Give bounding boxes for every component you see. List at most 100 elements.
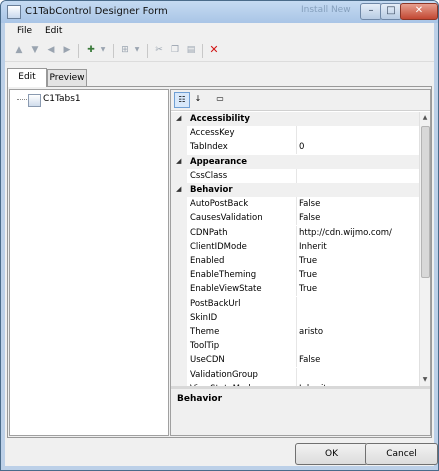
tab-control-icon — [28, 94, 41, 107]
tree-item-c1tabs1[interactable]: C1Tabs1 — [43, 94, 81, 104]
property-name: ToolTip — [190, 341, 220, 352]
tab-edit[interactable]: Edit — [7, 68, 47, 87]
tab-preview-label: Preview — [49, 73, 85, 83]
insert-item-icon[interactable]: ⊞ — [119, 44, 131, 56]
property-row[interactable]: ToolTip — [171, 339, 419, 354]
scroll-up-icon[interactable]: ▲ — [421, 113, 429, 123]
categorized-icon[interactable]: ☷ — [174, 92, 190, 108]
property-row[interactable]: ValidationGroup — [171, 367, 419, 382]
category-label: Appearance — [190, 156, 248, 167]
property-name: SkinID — [190, 312, 218, 323]
property-row[interactable]: Enabled True — [171, 254, 419, 268]
property-name: EnableTheming — [190, 270, 257, 281]
property-row[interactable]: AccessKey — [171, 126, 419, 141]
move-down-icon[interactable]: ▼ — [29, 44, 41, 56]
description-title: Behavior — [177, 394, 223, 404]
tab-content: C1Tabs1 ☷ ↓ ▭ ◢ Accessibility AccessKey Tab… — [7, 86, 432, 438]
paste-icon[interactable]: ▤ — [185, 44, 197, 56]
tab-preview[interactable]: Preview — [47, 69, 87, 86]
property-value[interactable]: False — [299, 213, 320, 223]
property-name: AccessKey — [190, 128, 235, 139]
window-title: C1TabControl Designer Form — [25, 6, 168, 17]
move-right-icon[interactable]: ▶ — [61, 44, 73, 56]
scroll-thumb[interactable] — [421, 126, 430, 278]
property-list: ◢ Accessibility AccessKey TabIndex 0 ◢ Appeara… — [171, 112, 419, 386]
property-name: ValidationGroup — [190, 369, 258, 380]
category-label: Accessibility — [190, 114, 250, 124]
property-category[interactable]: ◢ Appearance — [171, 154, 419, 169]
vertical-scrollbar[interactable]: ▲ ▼ — [419, 112, 430, 386]
add-item-icon[interactable]: ✚ — [85, 44, 97, 56]
minimize-button[interactable]: – — [360, 3, 382, 20]
property-category[interactable]: ◢ Accessibility — [171, 112, 419, 126]
property-row[interactable]: Theme aristo — [171, 325, 419, 339]
property-name: CssClass — [190, 170, 228, 181]
property-name: EnableViewState — [190, 284, 262, 295]
property-name: AutoPostBack — [190, 199, 249, 210]
property-value[interactable]: Inherit — [299, 242, 327, 252]
property-pages-icon[interactable]: ▭ — [213, 92, 227, 106]
property-row[interactable]: SkinID — [171, 310, 419, 325]
property-name: UseCDN — [190, 355, 225, 366]
scroll-down-icon[interactable]: ▼ — [421, 375, 429, 385]
cancel-button[interactable]: Cancel — [365, 443, 438, 465]
property-row[interactable]: ClientIDMode Inherit — [171, 239, 419, 254]
property-name: PostBackUrl — [190, 298, 241, 309]
chevron-down-icon[interactable]: ▼ — [97, 44, 109, 56]
background-window-text: Install New — [301, 5, 351, 15]
collapse-triangle-icon[interactable]: ◢ — [176, 114, 181, 122]
cut-icon[interactable]: ✂ — [153, 44, 165, 56]
move-up-icon[interactable]: ▲ — [13, 44, 25, 56]
menu-file[interactable]: File — [17, 26, 32, 36]
property-value[interactable]: True — [299, 284, 317, 294]
copy-icon[interactable]: ❐ — [169, 44, 181, 56]
property-row[interactable]: PostBackUrl — [171, 296, 419, 311]
alphabetical-icon[interactable]: ↓ — [191, 92, 205, 106]
property-row[interactable]: AutoPostBack False — [171, 197, 419, 212]
property-name: Enabled — [190, 256, 225, 266]
collapse-triangle-icon[interactable]: ◢ — [176, 185, 181, 193]
property-name: CausesValidation — [190, 213, 263, 224]
close-button[interactable]: ✕ — [400, 3, 438, 20]
title-bar[interactable]: C1TabControl Designer Form Install New –… — [1, 1, 438, 23]
property-name: TabIndex — [190, 142, 228, 153]
property-value[interactable]: aristo — [299, 327, 323, 337]
property-row[interactable]: EnableViewState True — [171, 282, 419, 297]
property-name: Theme — [190, 327, 220, 337]
property-value[interactable]: False — [299, 199, 320, 209]
collapse-triangle-icon[interactable]: ◢ — [176, 157, 181, 165]
property-row[interactable]: UseCDN False — [171, 353, 419, 368]
category-label: Behavior — [190, 185, 233, 195]
client-area: File Edit ▲ ▼ ◀ ▶ ✚ ▼ ⊞ ▼ ✂ ❐ ▤ ✕ Edit P… — [5, 23, 438, 466]
property-grid: ☷ ↓ ▭ ◢ Accessibility AccessKey TabIndex 0 ◢ A… — [170, 89, 431, 436]
property-value[interactable]: 0 — [299, 142, 304, 152]
chevron-down-icon[interactable]: ▼ — [131, 44, 143, 56]
property-row[interactable]: CausesValidation False — [171, 211, 419, 226]
property-value[interactable]: True — [299, 270, 317, 280]
dialog-window: C1TabControl Designer Form Install New –… — [0, 0, 439, 471]
app-icon — [7, 5, 21, 19]
delete-icon[interactable]: ✕ — [208, 44, 220, 56]
property-name: ClientIDMode — [190, 241, 247, 252]
property-toolbar: ☷ ↓ ▭ — [171, 90, 430, 111]
tab-strip: Edit Preview — [5, 68, 434, 87]
property-category[interactable]: ◢ Behavior — [171, 183, 419, 197]
property-name: CDNPath — [190, 227, 228, 238]
property-row[interactable]: TabIndex 0 — [171, 140, 419, 155]
menu-bar: File Edit — [5, 23, 434, 41]
tab-edit-label: Edit — [18, 72, 36, 82]
description-pane: Behavior — [171, 389, 430, 435]
toolbar: ▲ ▼ ◀ ▶ ✚ ▼ ⊞ ▼ ✂ ❐ ▤ ✕ — [5, 41, 434, 62]
tree-connector — [17, 99, 27, 100]
tree-view[interactable]: C1Tabs1 — [9, 89, 169, 436]
property-row[interactable]: CssClass — [171, 168, 419, 183]
maximize-button[interactable]: □ — [380, 3, 402, 20]
ok-button[interactable]: OK — [295, 443, 368, 465]
property-row[interactable]: CDNPath http://cdn.wijmo.com/ — [171, 225, 419, 240]
property-value[interactable]: True — [299, 256, 317, 266]
property-row[interactable]: EnableTheming True — [171, 268, 419, 283]
menu-edit[interactable]: Edit — [45, 26, 62, 36]
property-value[interactable]: http://cdn.wijmo.com/ — [299, 228, 392, 238]
move-left-icon[interactable]: ◀ — [45, 44, 57, 56]
property-value[interactable]: False — [299, 355, 320, 365]
